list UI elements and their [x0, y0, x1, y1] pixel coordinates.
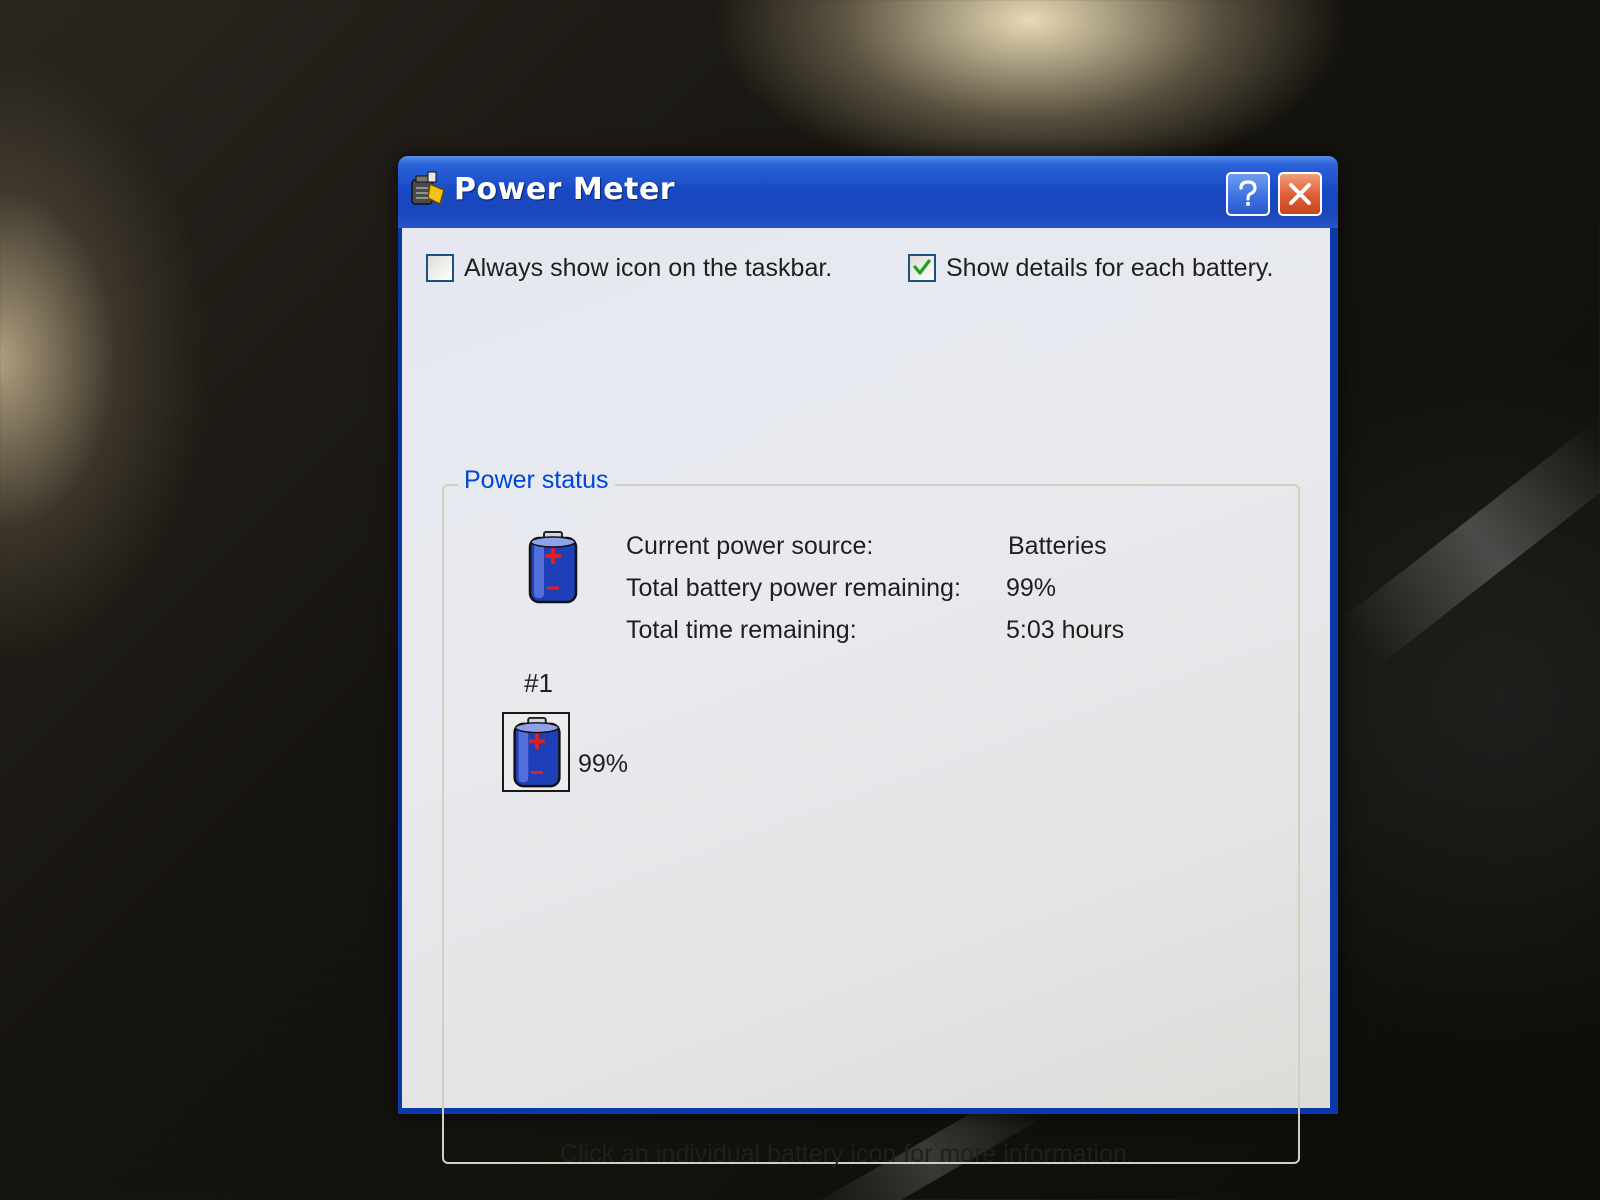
- show-details-checkbox[interactable]: [908, 254, 936, 282]
- overall-battery-icon: [528, 531, 578, 604]
- power-meter-app-icon: [411, 171, 445, 206]
- battery-1-percent: 99%: [578, 750, 629, 778]
- current-power-source-value: Batteries: [1008, 532, 1107, 560]
- current-power-source-label: Current power source:: [626, 532, 874, 560]
- question-mark-icon: [1239, 180, 1257, 206]
- power-meter-window: Power Meter Always show icon on the task…: [398, 156, 1338, 1168]
- total-battery-power-label: Total battery power remaining:: [626, 574, 961, 602]
- help-button[interactable]: [1226, 172, 1270, 216]
- power-status-title: Power status: [458, 466, 615, 495]
- always-show-icon-label[interactable]: Always show icon on the taskbar.: [464, 254, 832, 283]
- title-bar[interactable]: Power Meter: [398, 156, 1338, 228]
- always-show-icon-checkbox[interactable]: [426, 254, 454, 282]
- show-details-label[interactable]: Show details for each battery.: [946, 254, 1274, 283]
- screen-glare: [1340, 422, 1600, 668]
- dialog-client-area: Always show icon on the taskbar. Show de…: [402, 228, 1330, 1168]
- close-icon: [1289, 183, 1311, 205]
- window-title: Power Meter: [454, 172, 676, 207]
- total-time-remaining-value: 5:03 hours: [1006, 616, 1125, 644]
- battery-1-button[interactable]: [502, 712, 570, 792]
- total-time-remaining-label: Total time remaining:: [626, 616, 857, 644]
- battery-number: #1: [524, 668, 553, 698]
- close-button[interactable]: [1278, 172, 1322, 216]
- checkmark-icon: [913, 259, 931, 275]
- battery-icon: [513, 716, 561, 788]
- total-battery-power-value: 99%: [1006, 574, 1057, 602]
- footer-hint: Click an individual battery icon for mor…: [560, 1140, 1134, 1168]
